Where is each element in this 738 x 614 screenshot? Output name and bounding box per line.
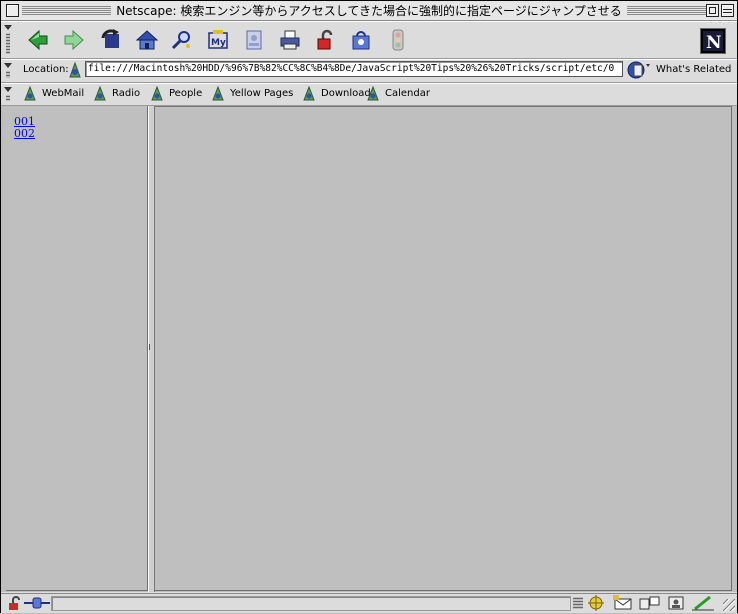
frame-link-002[interactable]: 002 [14, 128, 147, 140]
back-button[interactable] [25, 27, 51, 53]
stop-icon [392, 29, 404, 51]
images-icon [246, 30, 262, 50]
collapse-box[interactable] [721, 4, 734, 17]
right-frame [154, 106, 732, 591]
reload-icon [101, 29, 119, 48]
location-url-field[interactable]: file:///Macintosh%20HDD/%96%7B%82%CC%8C%… [85, 61, 623, 77]
personal-item-download[interactable]: Download [302, 85, 371, 101]
location-collapse-grip[interactable] [3, 61, 13, 80]
browser-window: Netscape: 検索エンジン等からアクセスしてきた場合に強制的に指定ページに… [0, 0, 738, 613]
security-lock-icon[interactable] [7, 596, 23, 613]
close-box[interactable] [6, 4, 19, 17]
status-bar [1, 593, 737, 613]
title-bar[interactable]: Netscape: 検索エンジン等からアクセスしてきた場合に強制的に指定ページに… [1, 1, 737, 21]
bookmark-icon [24, 85, 36, 100]
left-frame: 001 002 [6, 106, 148, 591]
print-button[interactable] [277, 27, 303, 53]
personal-collapse-grip[interactable] [3, 85, 13, 103]
my-netscape-icon: My [208, 30, 228, 49]
forward-button[interactable] [61, 27, 87, 53]
bookmark-icon [303, 85, 315, 100]
location-label: Location: [23, 64, 69, 75]
component-bar-grip[interactable] [573, 597, 583, 609]
status-message-area [51, 596, 571, 611]
personal-item-label: WebMail [42, 87, 85, 99]
toolbar-collapse-grip[interactable] [3, 23, 13, 56]
personal-item-label: Radio [112, 87, 141, 99]
bookmark-icon [94, 85, 106, 100]
location-toolbar: Location: file:///Macintosh%20HDD/%96%7B… [1, 59, 737, 83]
svg-text:My: My [211, 38, 226, 48]
bookmark-icon [212, 85, 224, 100]
svg-text:N: N [706, 33, 722, 53]
stop-button[interactable] [385, 27, 411, 53]
forward-arrow-icon [64, 29, 84, 51]
back-arrow-icon [28, 29, 48, 51]
bookmark-icon [367, 85, 379, 100]
personal-item-label: Calendar [385, 87, 430, 99]
home-icon [135, 30, 159, 50]
netscape-logo-icon: N [703, 31, 723, 53]
whats-related-label[interactable]: What's Related [656, 64, 731, 75]
window-title: Netscape: 検索エンジン等からアクセスしてきた場合に強制的に指定ページに… [111, 2, 627, 19]
personal-item-calendar[interactable]: Calendar [366, 85, 430, 101]
personal-item-yellow-pages[interactable]: Yellow Pages [211, 85, 293, 101]
bookmark-icon [151, 85, 163, 100]
shop-button[interactable] [348, 27, 374, 53]
personal-item-radio[interactable]: Radio [93, 85, 140, 101]
shop-icon [352, 31, 370, 50]
online-connection-icon[interactable] [24, 597, 50, 612]
reload-button[interactable] [98, 27, 124, 53]
personal-toolbar: WebMail Radio People Yellow Pages Downlo… [1, 83, 737, 106]
personal-item-label: People [169, 87, 203, 99]
home-button[interactable] [134, 27, 160, 53]
images-button[interactable] [241, 27, 267, 53]
print-icon [280, 30, 300, 50]
netscape-throbber[interactable]: N [700, 28, 726, 54]
personal-item-label: Yellow Pages [230, 87, 294, 99]
search-icon [171, 31, 190, 50]
lock-icon [317, 29, 333, 50]
whats-related-icon [627, 61, 650, 79]
address-book-component-icon[interactable] [667, 595, 685, 614]
security-button[interactable] [313, 27, 339, 53]
personal-item-webmail[interactable]: WebMail [23, 85, 84, 101]
page-proxy-icon[interactable] [67, 61, 83, 81]
whats-related-button[interactable] [626, 61, 650, 82]
window-resize-grip[interactable] [723, 599, 735, 611]
composer-component-icon[interactable] [692, 595, 714, 614]
search-button[interactable] [169, 27, 195, 53]
zoom-box[interactable] [706, 4, 719, 17]
content-area: 001 002 [1, 106, 737, 592]
mail-component-icon[interactable] [613, 595, 635, 614]
navigation-toolbar: My N [1, 21, 737, 59]
personal-item-people[interactable]: People [150, 85, 202, 101]
my-netscape-button[interactable]: My [205, 27, 231, 53]
newsgroups-component-icon[interactable] [639, 595, 661, 614]
navigator-component-icon[interactable] [588, 595, 604, 614]
personal-item-label: Download [321, 87, 371, 99]
